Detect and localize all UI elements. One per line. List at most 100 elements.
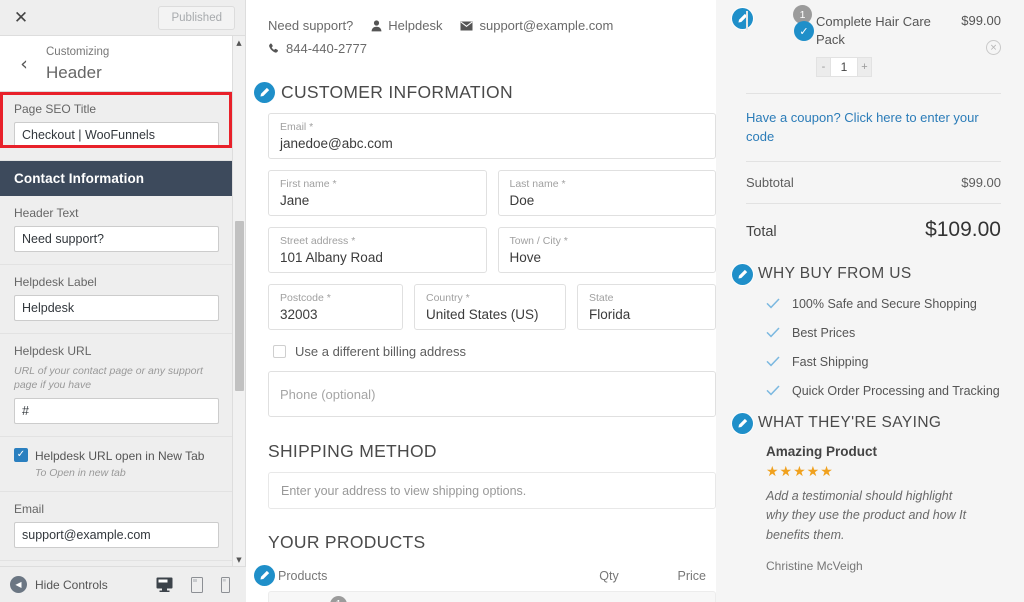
street-address-input-field[interactable]: Street address * 101 Albany Road xyxy=(268,227,487,273)
cart-item-name: Complete Hair Care Pack xyxy=(816,14,931,48)
helpdesk-newtab-sublabel: To Open in new tab xyxy=(35,467,126,480)
benefit-label: Quick Order Processing and Tracking xyxy=(792,383,1000,398)
support-email-link[interactable]: support@example.com xyxy=(460,18,613,33)
different-billing-address-row[interactable]: Use a different billing address xyxy=(273,344,716,359)
email-field-label: Email * xyxy=(280,121,314,133)
total-label: Total xyxy=(746,223,777,240)
subtotal-label: Subtotal xyxy=(746,174,794,190)
why-buy-header: WHY BUY FROM US xyxy=(732,263,1001,285)
edit-pencil-icon[interactable] xyxy=(732,412,753,434)
products-table-header: Products Qty Price xyxy=(268,559,716,591)
cart-quantity-stepper[interactable]: - 1 + xyxy=(816,56,949,77)
city-input-field[interactable]: Town / City * Hove xyxy=(497,227,716,273)
subtotal-value: $99.00 xyxy=(961,174,1001,190)
page-seo-title-field: Page SEO Title xyxy=(0,92,233,161)
user-icon xyxy=(371,19,382,32)
postcode-input-field[interactable]: Postcode * 32003 xyxy=(268,284,403,330)
helpdesk-newtab-checkbox-row[interactable]: ✓ Helpdesk URL open in New Tab To Open i… xyxy=(14,447,219,479)
testimonial-body: Add a testimonial should highlight why t… xyxy=(766,488,967,542)
testimonials-title: WHAT THEY'RE SAYING xyxy=(758,414,942,432)
scroll-up-arrow-icon[interactable]: ▲ xyxy=(233,36,245,49)
subtotal-row: Subtotal $99.00 xyxy=(746,160,1001,203)
helpdesk-url-description: URL of your contact page or any support … xyxy=(14,365,203,392)
check-icon xyxy=(766,356,780,367)
support-phone-row[interactable]: 844-440-2777 xyxy=(268,41,716,56)
list-item: Best Prices xyxy=(746,326,1001,340)
customizer-screen: ✕ Published ‹ Customizing Header Page SE… xyxy=(0,0,1024,602)
benefit-label: Best Prices xyxy=(792,325,856,340)
name-row: First name * Jane Last name * Doe xyxy=(268,170,716,216)
phone-icon xyxy=(268,43,280,55)
testimonial-author: Christine McVeigh xyxy=(766,559,863,574)
cart-item: 1 ✓ Complete Hair Care Pack - 1 + $99.00 xyxy=(746,5,1001,77)
state-select-field[interactable]: State Florida xyxy=(577,284,716,330)
address-row: Street address * 101 Albany Road Town / … xyxy=(268,227,716,273)
country-select-field[interactable]: Country * United States (US) xyxy=(414,284,566,330)
why-buy-title: WHY BUY FROM US xyxy=(758,265,912,283)
publish-button[interactable]: Published xyxy=(158,5,235,30)
edit-pencil-icon[interactable] xyxy=(254,82,275,103)
col-qty: Qty xyxy=(599,569,619,583)
checkout-main-column: Need support? Helpdesk support@example.c… xyxy=(246,0,716,602)
benefit-label: 100% Safe and Secure Shopping xyxy=(792,296,977,311)
check-icon xyxy=(766,385,780,396)
helpdesk-url-field: Helpdesk URL URL of your contact page or… xyxy=(0,334,233,438)
testimonials-header: WHAT THEY'RE SAYING xyxy=(732,412,1001,434)
checkbox-checked-icon[interactable]: ✓ xyxy=(14,448,28,463)
helpdesk-link[interactable]: Helpdesk xyxy=(371,18,442,33)
coupon-link[interactable]: Have a coupon? Click here to enter your … xyxy=(746,94,1001,161)
edit-pencil-icon[interactable] xyxy=(254,565,275,586)
first-name-input-field[interactable]: First name * Jane xyxy=(268,170,487,216)
scroll-down-arrow-icon[interactable]: ▼ xyxy=(233,553,245,566)
scrollbar-thumb[interactable] xyxy=(235,221,244,391)
cart-qty-increase-button[interactable]: + xyxy=(857,56,872,77)
helpdesk-url-input[interactable] xyxy=(14,398,219,425)
checkbox-unchecked-icon[interactable] xyxy=(273,345,286,358)
cart-item-thumbnail-wrap: 1 ✓ xyxy=(746,5,814,41)
cart-item-image xyxy=(746,11,748,30)
header-text-input[interactable] xyxy=(14,226,219,252)
cart-qty-value[interactable]: 1 xyxy=(831,56,857,77)
list-item: 100% Safe and Secure Shopping xyxy=(746,297,1001,311)
tablet-preview-icon[interactable] xyxy=(191,576,203,593)
mobile-preview-icon[interactable] xyxy=(221,576,230,593)
sidebar-scrollbar[interactable]: ▲ ▼ xyxy=(232,36,245,566)
hide-controls-arrow-icon: ◀ xyxy=(10,576,27,593)
star-rating: ★★★★★ xyxy=(766,463,834,480)
shipping-method-header: SHIPPING METHOD xyxy=(268,441,716,462)
email-field-value: janedoe@abc.com xyxy=(280,136,393,152)
helpdesk-label-input[interactable] xyxy=(14,295,219,321)
total-row: Total $109.00 xyxy=(746,202,1001,258)
city-value: Hove xyxy=(509,250,542,266)
remove-item-icon[interactable]: × xyxy=(986,40,1001,55)
back-chevron-icon[interactable]: ‹ xyxy=(6,41,42,87)
edit-pencil-icon[interactable] xyxy=(732,263,753,285)
support-header-text: Need support? xyxy=(268,18,354,33)
desktop-preview-icon[interactable] xyxy=(156,577,173,592)
email-label: Email xyxy=(14,502,45,517)
helpdesk-url-label: Helpdesk URL xyxy=(14,344,92,358)
last-name-input-field[interactable]: Last name * Doe xyxy=(497,170,716,216)
first-name-value: Jane xyxy=(280,193,310,209)
table-row[interactable]: 1 Complete Hair Care Pack - 1 xyxy=(268,591,716,602)
hide-controls-label: Hide Controls xyxy=(35,577,108,592)
check-circle-icon: ✓ xyxy=(794,21,814,41)
shipping-method-title: SHIPPING METHOD xyxy=(268,441,437,461)
shipping-notice: Enter your address to view shipping opti… xyxy=(268,472,716,509)
city-label: Town / City * xyxy=(509,235,568,247)
list-item: Fast Shipping xyxy=(746,355,1001,369)
col-price: Price xyxy=(677,569,706,583)
page-seo-title-input[interactable] xyxy=(14,122,219,148)
email-input-field[interactable]: Email * janedoe@abc.com xyxy=(268,113,716,159)
phone-input-field[interactable]: Phone (optional) xyxy=(268,371,716,417)
hide-controls-button[interactable]: ◀ Hide Controls xyxy=(10,576,108,593)
close-icon[interactable]: ✕ xyxy=(8,5,34,31)
customizer-sidebar: ✕ Published ‹ Customizing Header Page SE… xyxy=(0,0,246,602)
email-input[interactable] xyxy=(14,522,219,549)
panel-title-group: Customizing Header xyxy=(42,44,109,83)
device-preview-group xyxy=(156,576,240,593)
cart-qty-decrease-button[interactable]: - xyxy=(816,56,831,77)
contact-information-section-header: Contact Information xyxy=(0,161,233,196)
customizer-footer: ◀ Hide Controls xyxy=(0,566,246,602)
support-header-row: Need support? Helpdesk support@example.c… xyxy=(268,18,716,33)
